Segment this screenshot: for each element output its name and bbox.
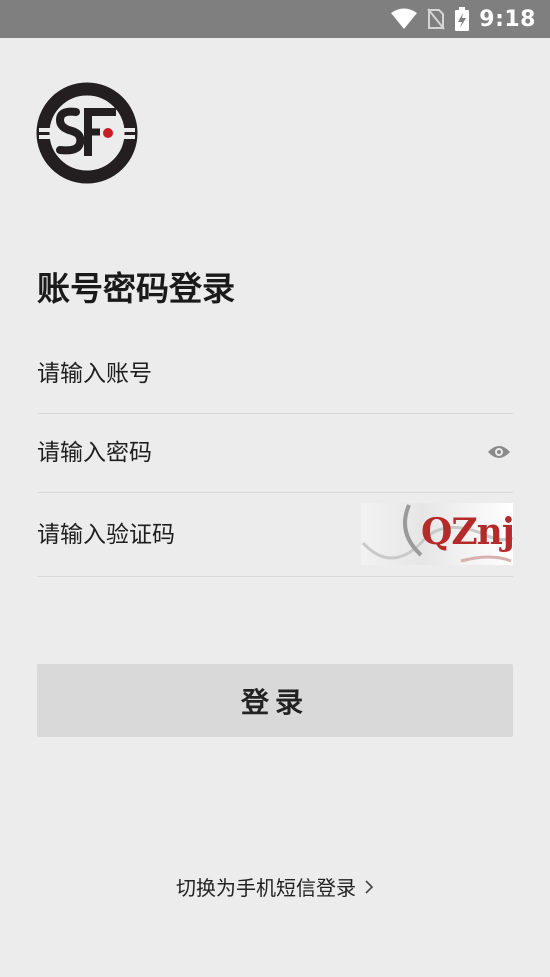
wifi-icon bbox=[391, 8, 418, 29]
captcha-code: QZnj bbox=[421, 511, 513, 553]
captcha-input[interactable] bbox=[37, 493, 347, 576]
battery-charging-icon bbox=[455, 7, 470, 31]
chevron-right-icon bbox=[365, 879, 374, 894]
switch-link-label: 切换为手机短信登录 bbox=[176, 876, 356, 900]
captcha-field: QZnj bbox=[37, 493, 513, 577]
account-field bbox=[37, 334, 513, 414]
switch-to-sms-login-link[interactable]: 切换为手机短信登录 bbox=[0, 872, 550, 901]
eye-icon[interactable] bbox=[487, 443, 511, 461]
account-input[interactable] bbox=[37, 334, 513, 413]
status-bar: 9:18 bbox=[0, 0, 550, 38]
status-time: 9:18 bbox=[479, 6, 536, 32]
no-sim-icon bbox=[427, 8, 446, 30]
password-field bbox=[37, 414, 513, 493]
password-input[interactable] bbox=[37, 414, 467, 492]
sf-logo bbox=[36, 82, 138, 184]
login-button[interactable]: 登录 bbox=[37, 664, 513, 737]
captcha-image[interactable]: QZnj bbox=[361, 503, 513, 565]
page-title: 账号密码登录 bbox=[37, 269, 235, 308]
